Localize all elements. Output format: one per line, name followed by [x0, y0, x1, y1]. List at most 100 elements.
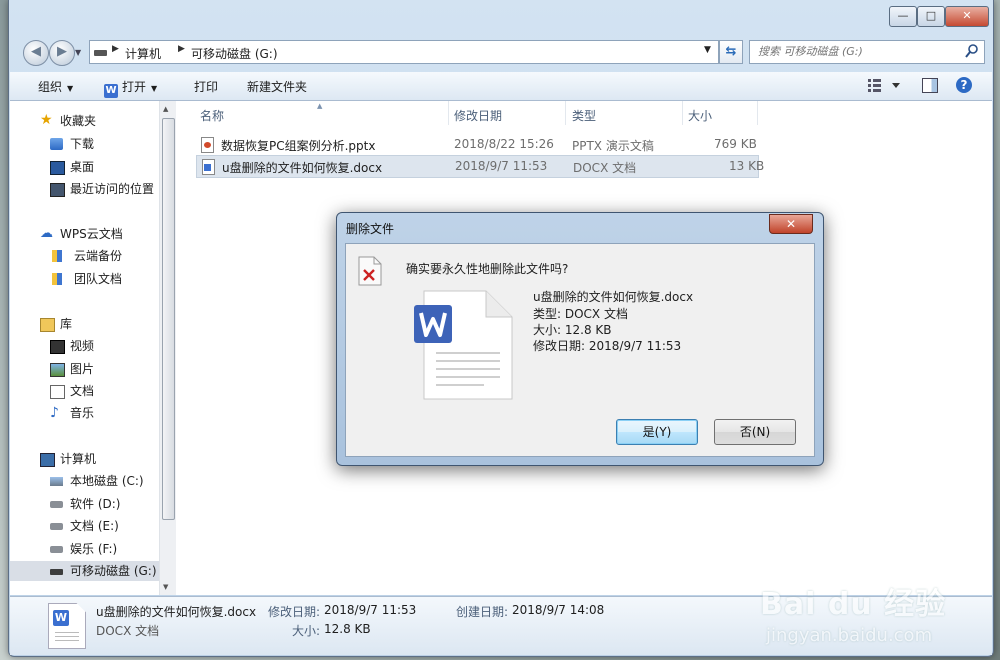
scroll-up-icon[interactable]: ▲ [163, 105, 168, 113]
help-icon[interactable]: ? [956, 77, 972, 93]
maximize-button[interactable]: □ [917, 6, 945, 27]
sidebar-item-label: 库 [60, 317, 73, 331]
sidebar-item-label: 团队文档 [74, 272, 123, 286]
sort-arrow-icon: ▲ [317, 102, 323, 110]
sidebar-item-libraries[interactable]: 库 [10, 314, 166, 334]
sidebar-item-label: 视频 [70, 339, 95, 353]
table-row-selected[interactable]: u盘删除的文件如何恢复.docx 2018/9/7 11:53 DOCX 文档 … [196, 155, 764, 178]
address-bar[interactable]: ▶ 计算机 ▶ 可移动磁盘 (G:) ▼ [89, 40, 719, 64]
column-header-type[interactable]: 类型 [572, 107, 596, 124]
back-button[interactable]: ◀ [23, 40, 49, 66]
column-divider[interactable] [682, 101, 683, 125]
forward-button[interactable]: ▶ [49, 40, 75, 66]
file-name: u盘删除的文件如何恢复.docx [222, 161, 383, 175]
close-window-button[interactable]: ✕ [945, 6, 989, 27]
history-dropdown-icon[interactable]: ▼ [75, 48, 81, 57]
file-size: 769 KB [714, 137, 757, 151]
sidebar-item-label: 可移动磁盘 (G:) [70, 564, 157, 578]
recent-places-icon [50, 183, 65, 197]
sidebar-item-label: 收藏夹 [60, 114, 97, 128]
column-header-name[interactable]: 名称 [200, 107, 224, 124]
breadcrumb-drive[interactable]: 可移动磁盘 (G:) [191, 45, 278, 62]
breadcrumb-computer[interactable]: 计算机 [125, 45, 161, 62]
sidebar-item-drive-f[interactable]: 娱乐 (F:) [10, 539, 166, 559]
sidebar-item-videos[interactable]: 视频 [10, 336, 166, 356]
chevron-right-icon[interactable]: ▶ [178, 44, 185, 54]
sidebar-item-label: 娱乐 (F:) [70, 542, 118, 556]
delete-file-dialog: 删除文件 ✕ 确实要永久性地删除此文件吗? u盘删除的文件如何恢复.docx 类… [336, 212, 824, 466]
search-icon[interactable] [965, 44, 978, 58]
table-row[interactable]: 数据恢复PC组案例分析.pptx 2018/8/22 15:26 PPTX 演示… [196, 134, 757, 155]
dialog-title: 删除文件 [346, 222, 395, 236]
search-input[interactable] [750, 41, 958, 61]
navigation-scrollbar[interactable]: ▲ ▼ [159, 101, 176, 595]
dialog-file-type: 类型: DOCX 文档 [533, 307, 628, 321]
watermark-url: jingyan.baidu.com [766, 625, 933, 646]
scrollbar-thumb[interactable] [162, 118, 175, 520]
sidebar-item-favorites[interactable]: ★ 收藏夹 [10, 111, 166, 131]
open-button[interactable]: W 打开 ▼ [104, 78, 157, 98]
dialog-body: 确实要永久性地删除此文件吗? u盘删除的文件如何恢复.docx 类型: DOCX… [345, 243, 815, 457]
sidebar-item-computer[interactable]: 计算机 [10, 449, 166, 469]
docx-large-icon: W [48, 603, 86, 649]
sidebar-item-recent[interactable]: 最近访问的位置 [10, 179, 166, 199]
details-modified: 2018/9/7 11:53 [324, 603, 417, 617]
file-name: 数据恢复PC组案例分析.pptx [221, 139, 376, 153]
picture-icon [50, 363, 65, 377]
sidebar-item-drive-e[interactable]: 文档 (E:) [10, 516, 166, 536]
sidebar-item-downloads[interactable]: 下载 [10, 134, 166, 154]
no-button[interactable]: 否(N) [714, 419, 796, 445]
refresh-button[interactable]: ⇆ [719, 40, 743, 64]
column-divider[interactable] [565, 101, 566, 125]
chevron-down-icon: ▼ [67, 84, 74, 93]
details-size: 12.8 KB [324, 622, 371, 636]
yes-button[interactable]: 是(Y) [616, 419, 698, 445]
organize-label: 组织 [38, 80, 63, 94]
details-created-label: 创建日期: [456, 605, 509, 619]
sidebar-item-label: WPS云文档 [60, 227, 123, 241]
organize-button[interactable]: 组织 ▼ [38, 78, 73, 95]
sidebar-item-wps-cloud[interactable]: ☁ WPS云文档 [10, 224, 166, 244]
folder-icon [52, 250, 62, 262]
sidebar-item-label: 本地磁盘 (C:) [70, 474, 144, 488]
navigation-pane: ★ 收藏夹 下载 桌面 最近访问的位置 ☁ WPS云文档 云端备份 团队文档 库… [10, 101, 168, 595]
sidebar-item-drive-g[interactable]: 可移动磁盘 (G:) [10, 561, 166, 581]
sidebar-item-desktop[interactable]: 桌面 [10, 157, 166, 177]
wps-icon: W [53, 610, 69, 626]
file-size: 13 KB [729, 159, 765, 173]
column-divider[interactable] [448, 101, 449, 125]
command-bar: 组织 ▼ W 打开 ▼ 打印 新建文件夹 ? [10, 72, 992, 101]
sidebar-item-team-docs[interactable]: 团队文档 [10, 269, 166, 289]
new-folder-button[interactable]: 新建文件夹 [247, 78, 307, 95]
scroll-down-icon[interactable]: ▼ [163, 583, 168, 591]
search-box[interactable] [749, 40, 985, 64]
sidebar-item-label: 桌面 [70, 160, 95, 174]
preview-pane-button[interactable] [922, 78, 938, 93]
sidebar-item-label: 云端备份 [74, 249, 123, 263]
docx-file-icon [202, 159, 215, 175]
sidebar-item-documents[interactable]: 文档 [10, 381, 166, 401]
dialog-close-button[interactable]: ✕ [769, 214, 813, 234]
sidebar-item-drive-c[interactable]: 本地磁盘 (C:) [10, 471, 166, 491]
sidebar-item-drive-d[interactable]: 软件 (D:) [10, 494, 166, 514]
sidebar-item-label: 文档 (E:) [70, 519, 119, 533]
sidebar-item-label: 音乐 [70, 406, 95, 420]
sidebar-item-music[interactable]: ♪ 音乐 [10, 403, 166, 423]
column-header-size[interactable]: 大小 [688, 107, 712, 124]
video-icon [50, 340, 65, 354]
baidu-paw-logo [834, 555, 868, 581]
column-divider[interactable] [757, 101, 758, 125]
print-button[interactable]: 打印 [194, 78, 218, 95]
column-header-modified[interactable]: 修改日期 [454, 107, 502, 124]
document-icon [50, 385, 65, 399]
star-icon: ★ [40, 112, 53, 128]
details-modified-label: 修改日期: [268, 605, 321, 619]
dialog-file-modified: 修改日期: 2018/9/7 11:53 [533, 339, 682, 353]
sidebar-item-pictures[interactable]: 图片 [10, 359, 166, 379]
address-dropdown-icon[interactable]: ▼ [704, 45, 711, 55]
sidebar-item-cloud-backup[interactable]: 云端备份 [10, 246, 166, 266]
chevron-right-icon[interactable]: ▶ [112, 44, 119, 54]
minimize-button[interactable]: — [889, 6, 917, 27]
change-view-button[interactable] [868, 78, 902, 95]
music-icon: ♪ [50, 405, 59, 421]
